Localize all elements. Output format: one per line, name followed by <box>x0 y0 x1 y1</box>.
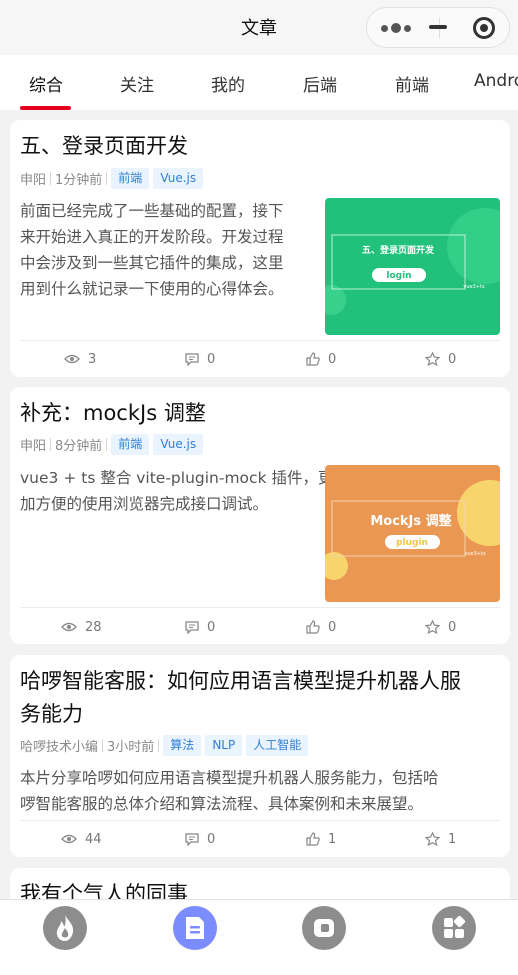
close-mini-program-icon[interactable] <box>473 17 495 39</box>
comments-stat[interactable]: 0 <box>185 617 215 637</box>
chat-icon[interactable] <box>302 906 346 950</box>
article-title[interactable]: 哈啰智能客服：如何应用语言模型提升机器人服 务能力 <box>20 665 500 731</box>
favorites-stat[interactable]: 1 <box>425 829 456 849</box>
eye-icon <box>61 834 77 844</box>
tab-comprehensive[interactable]: 综合 <box>29 71 63 96</box>
tag[interactable]: Vue.js <box>153 433 204 455</box>
author-name[interactable]: 申阳 <box>20 435 46 454</box>
publish-time: 1分钟前 <box>55 172 103 188</box>
active-tab-indicator <box>20 106 71 110</box>
article-title[interactable]: 补充：mockJs 调整 <box>20 397 500 430</box>
fire-icon[interactable] <box>43 906 87 950</box>
article-icon[interactable] <box>173 906 217 950</box>
comments-stat[interactable]: 0 <box>185 349 215 369</box>
likes-stat[interactable]: 0 <box>306 617 336 637</box>
publish-time: 3小时前 <box>107 739 155 755</box>
thumbs-up-icon <box>306 352 320 366</box>
cover-button: plugin <box>396 538 428 548</box>
views-stat: 44 <box>61 829 102 849</box>
article-meta: 申阳 1分钟前 前端 Vue.js <box>20 167 207 189</box>
likes-stat[interactable]: 1 <box>306 829 336 849</box>
tag[interactable]: 前端 <box>111 167 150 189</box>
eye-icon <box>64 354 80 364</box>
author-name[interactable]: 哈啰技术小编 <box>20 736 98 755</box>
views-stat: 3 <box>64 349 96 369</box>
tag[interactable]: NLP <box>205 734 243 756</box>
category-tabs: 综合 关注 我的 后端 前端 Andro <box>0 55 518 110</box>
comment-icon <box>185 352 199 366</box>
article-cover-image[interactable]: MockJs 调整 plugin vue3+ts <box>325 465 500 602</box>
mini-program-capsule <box>366 7 510 48</box>
cover-title: 五、登录页面开发 <box>362 244 435 256</box>
article-summary: 前面已经完成了一些基础的配置，接下 来开始进入真正的开发阶段。开发过程 中会涉及… <box>20 202 284 298</box>
views-stat: 28 <box>61 617 102 637</box>
more-icon[interactable] <box>381 21 425 35</box>
star-icon <box>425 620 440 634</box>
apps-icon[interactable] <box>432 906 476 950</box>
tab-backend[interactable]: 后端 <box>303 71 337 96</box>
minimize-icon[interactable] <box>429 25 447 29</box>
comment-icon <box>185 832 199 846</box>
article-card[interactable]: 五、登录页面开发 申阳 1分钟前 前端 Vue.js 前面已经完成了一些基础的配… <box>10 120 510 377</box>
cover-caption: vue3+ts <box>463 284 485 290</box>
cover-button: login <box>386 271 411 281</box>
article-card[interactable]: 补充：mockJs 调整 申阳 8分钟前 前端 Vue.js vue3 + ts… <box>10 387 510 644</box>
article-meta: 申阳 8分钟前 前端 Vue.js <box>20 433 207 455</box>
comments-stat[interactable]: 0 <box>185 829 215 849</box>
bottom-tab-bar <box>0 899 518 975</box>
tab-frontend[interactable]: 前端 <box>395 71 429 96</box>
thumbs-up-icon <box>306 620 320 634</box>
divider <box>20 820 500 821</box>
tag[interactable]: Vue.js <box>153 167 204 189</box>
star-icon <box>425 832 440 846</box>
favorites-stat[interactable]: 0 <box>425 617 456 637</box>
tab-mine[interactable]: 我的 <box>211 71 245 96</box>
article-title[interactable]: 五、登录页面开发 <box>20 130 500 163</box>
publish-time: 8分钟前 <box>55 438 103 454</box>
article-summary: vue3 + ts 整合 vite-plugin-mock 插件，更 加方便的使… <box>20 469 334 513</box>
thumbs-up-icon <box>306 832 320 846</box>
tab-android[interactable]: Andro <box>474 71 518 91</box>
tag[interactable]: 前端 <box>111 433 150 455</box>
comment-icon <box>185 620 199 634</box>
divider <box>20 340 500 341</box>
article-summary: 本片分享哈啰如何应用语言模型提升机器人服务能力，包括哈 啰智能客服的总体介绍和算… <box>20 769 439 813</box>
cover-title: MockJs 调整 <box>370 513 452 529</box>
divider <box>20 607 500 608</box>
tag[interactable]: 人工智能 <box>246 734 309 756</box>
tab-following[interactable]: 关注 <box>120 71 154 96</box>
likes-stat[interactable]: 0 <box>306 349 336 369</box>
article-meta: 哈啰技术小编 3小时前 算法 NLP 人工智能 <box>20 734 312 756</box>
tag[interactable]: 算法 <box>163 734 202 756</box>
author-name[interactable]: 申阳 <box>20 169 46 188</box>
favorites-stat[interactable]: 0 <box>425 349 456 369</box>
navigation-bar: 文章 <box>0 0 518 55</box>
cover-caption: vue3+ts <box>464 551 486 557</box>
article-card[interactable]: 哈啰智能客服：如何应用语言模型提升机器人服 务能力 哈啰技术小编 3小时前 算法… <box>10 655 510 857</box>
star-icon <box>425 352 440 366</box>
eye-icon <box>61 622 77 632</box>
article-cover-image[interactable]: 五、登录页面开发 login vue3+ts <box>325 198 500 335</box>
